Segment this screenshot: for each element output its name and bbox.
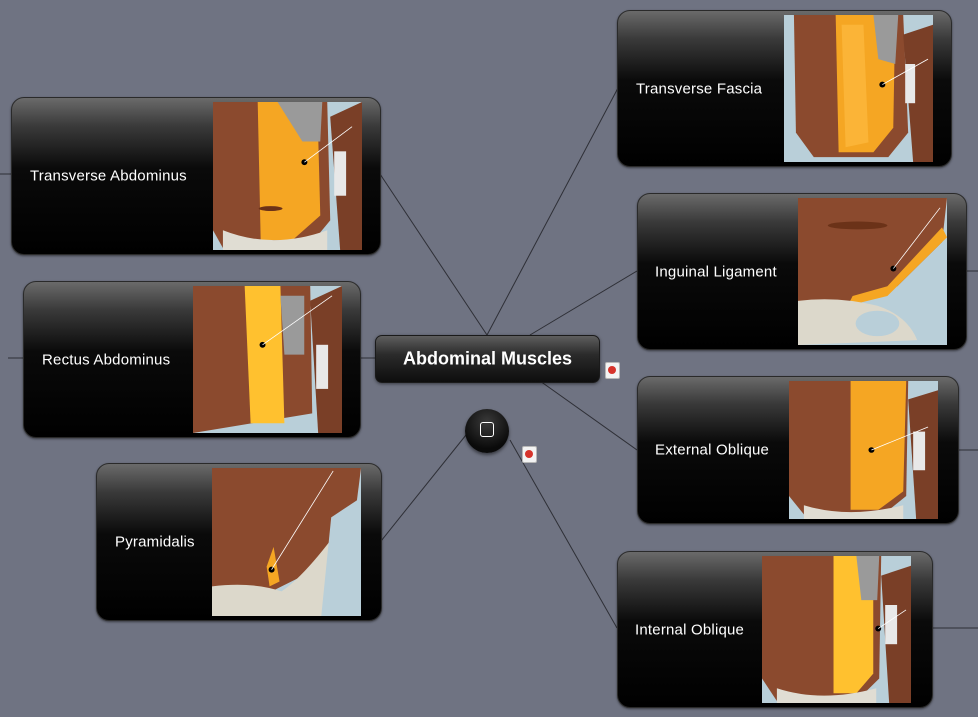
topic-transverse-fascia[interactable]: Transverse Fascia: [617, 10, 952, 167]
topic-label: Inguinal Ligament: [655, 263, 777, 280]
topic-transverse-abdominus[interactable]: Transverse Abdominus: [11, 97, 381, 255]
anatomy-image: [193, 286, 342, 433]
topic-rectus-abdominus[interactable]: Rectus Abdominus: [23, 281, 361, 438]
central-topic-label: Abdominal Muscles: [402, 348, 573, 369]
topic-label: Internal Oblique: [635, 621, 745, 638]
anatomy-image: [789, 381, 938, 519]
anatomy-image: [762, 556, 911, 703]
topic-pyramidalis[interactable]: Pyramidalis: [96, 463, 382, 621]
topic-internal-oblique[interactable]: Internal Oblique: [617, 551, 933, 708]
anatomy-image: [213, 102, 362, 250]
topic-label: Pyramidalis: [115, 533, 195, 551]
anatomy-image: [212, 468, 361, 616]
floating-topic-button[interactable]: [465, 409, 509, 453]
square-outline-icon: [480, 422, 494, 437]
topic-label: Transverse Abdominus: [30, 167, 187, 185]
topic-label: Rectus Abdominus: [42, 351, 171, 368]
central-topic[interactable]: Abdominal Muscles: [375, 335, 600, 383]
topic-label: Transverse Fascia: [636, 80, 763, 97]
note-attachment-icon[interactable]: [522, 446, 537, 463]
topic-label: External Oblique: [655, 441, 770, 459]
anatomy-image: [784, 15, 933, 162]
anatomy-image: [798, 198, 947, 345]
note-attachment-icon[interactable]: [605, 362, 620, 379]
topic-external-oblique[interactable]: External Oblique: [637, 376, 959, 524]
topic-inguinal-ligament[interactable]: Inguinal Ligament: [637, 193, 967, 350]
